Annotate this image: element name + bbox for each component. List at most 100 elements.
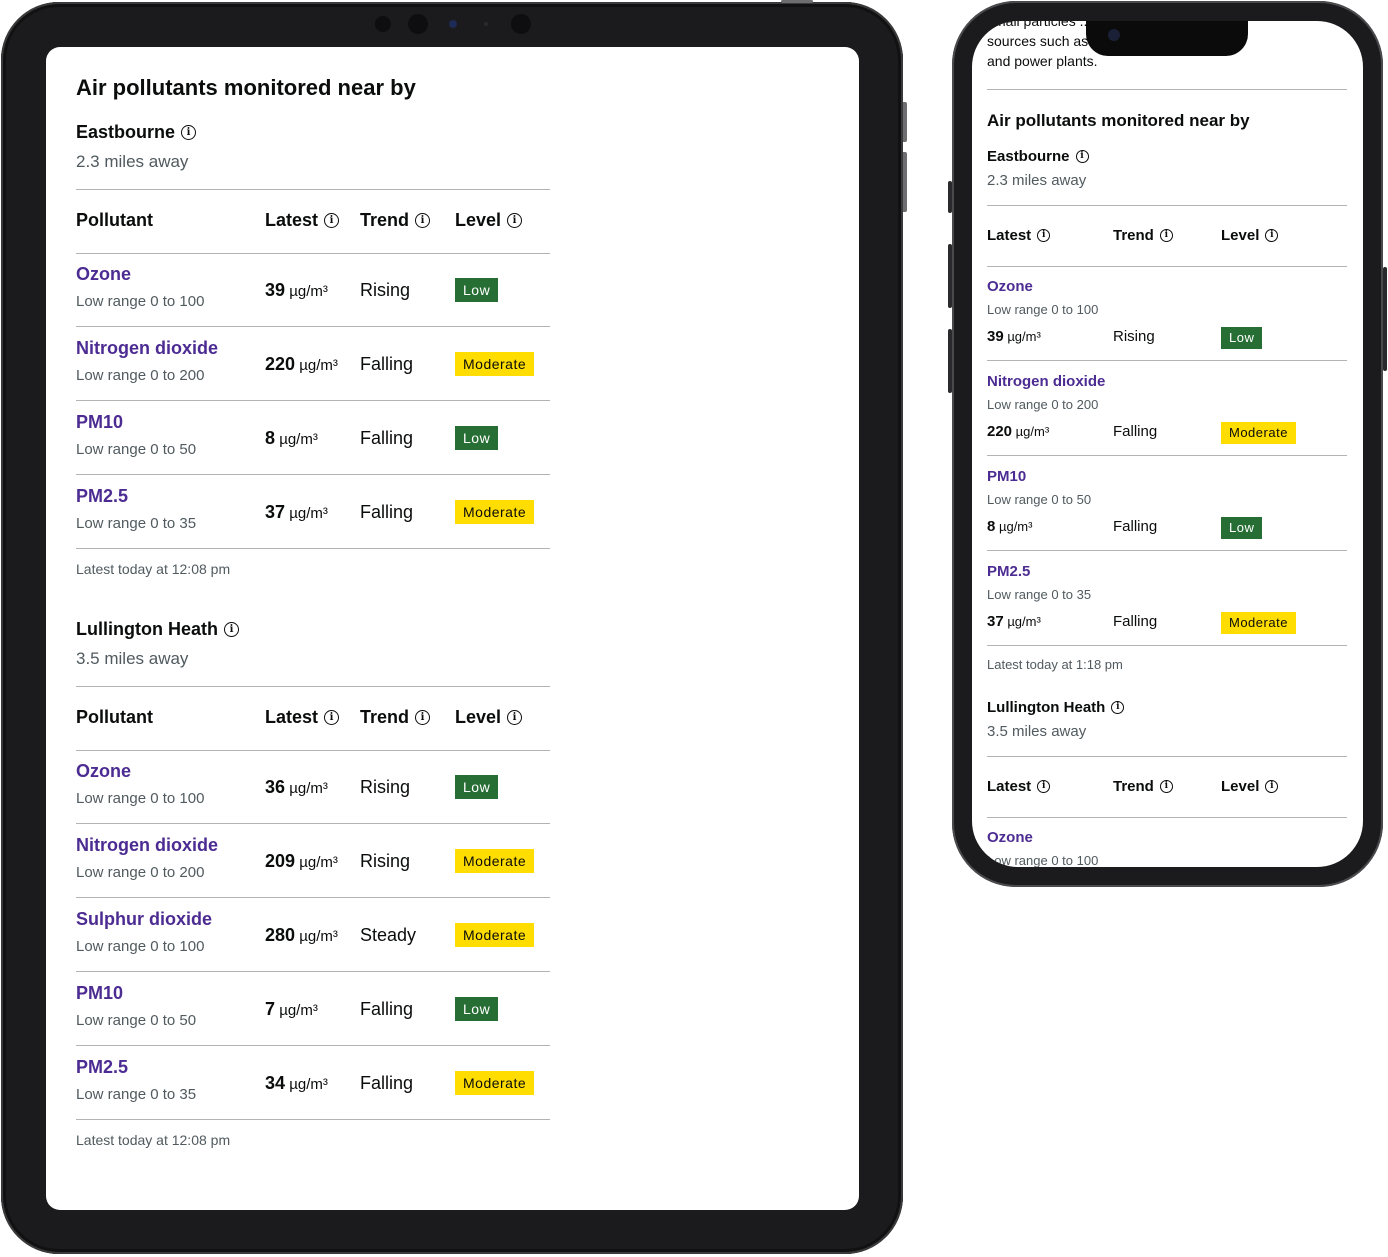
info-circle-icon[interactable]: i — [1111, 701, 1125, 714]
info-circle-icon[interactable]: i — [1265, 780, 1279, 793]
tablet-volume-button — [903, 102, 907, 142]
tablet-volume-button — [903, 152, 907, 212]
divider — [76, 971, 550, 972]
info-circle-icon[interactable]: i — [415, 213, 431, 228]
pollutant-link[interactable]: Nitrogen dioxide — [76, 338, 218, 359]
info-circle-icon[interactable]: i — [507, 213, 523, 228]
info-circle-icon[interactable]: i — [1037, 780, 1051, 793]
column-header-level: Level i — [1221, 227, 1279, 244]
pollutant-link[interactable]: PM10 — [987, 468, 1026, 485]
info-circle-icon[interactable]: i — [1265, 229, 1279, 242]
level-tag: Low — [455, 997, 499, 1021]
pollutant-link[interactable]: Ozone — [987, 829, 1033, 846]
column-header-label: Level — [455, 210, 502, 230]
column-header-label: Level — [455, 707, 502, 727]
divider — [76, 253, 550, 254]
pollutant-range: Low range 0 to 100 — [987, 302, 1099, 317]
site-distance: 3.5 miles away — [76, 649, 189, 668]
pollutant-range: Low range 0 to 35 — [76, 1086, 197, 1103]
camera-sensor — [375, 16, 391, 32]
pollutant-link[interactable]: Ozone — [76, 761, 131, 782]
pollutant-link[interactable]: Sulphur dioxide — [76, 909, 212, 930]
camera-sensor — [408, 14, 428, 34]
info-circle-icon[interactable]: i — [507, 710, 523, 725]
divider — [987, 817, 1347, 818]
reading-value: 220 — [987, 423, 1013, 440]
reading-value: 34 — [265, 1073, 286, 1093]
trend-value: Falling — [360, 502, 414, 522]
divider — [76, 750, 550, 751]
column-header-latest: Latest i — [987, 778, 1051, 795]
trend-value: Falling — [360, 428, 414, 448]
divider — [76, 686, 550, 687]
trend-value: Rising — [360, 777, 411, 797]
level-tag: Low — [455, 426, 499, 450]
pollutant-link[interactable]: Nitrogen dioxide — [987, 373, 1105, 390]
reading-value: 7 — [265, 999, 276, 1019]
reading-unit: µg/m³ — [289, 505, 328, 522]
level-tag: Low — [1221, 327, 1263, 349]
info-circle-icon[interactable]: i — [415, 710, 431, 725]
pollutant-link[interactable]: Nitrogen dioxide — [76, 835, 218, 856]
pollutant-link[interactable]: PM10 — [76, 983, 123, 1004]
pollutant-range: Low range 0 to 200 — [76, 367, 205, 384]
reading-value: 36 — [265, 777, 286, 797]
info-circle-icon[interactable]: i — [181, 125, 197, 140]
pollutant-range: Low range 0 to 35 — [76, 515, 197, 532]
pollutant-link[interactable]: PM10 — [76, 412, 123, 433]
divider — [76, 897, 550, 898]
last-updated: Latest today at 1:18 pm — [987, 657, 1123, 672]
pollutant-range: Low range 0 to 200 — [76, 864, 205, 881]
pollutant-link[interactable]: Ozone — [76, 264, 131, 285]
site-distance: 2.3 miles away — [76, 152, 189, 171]
phone-volume-down — [948, 329, 952, 393]
reading-value: 39 — [265, 280, 286, 300]
info-circle-icon[interactable]: i — [324, 710, 340, 725]
reading-unit: µg/m³ — [289, 283, 328, 300]
column-header-trend: Trend i — [360, 210, 431, 231]
info-circle-icon[interactable]: i — [1159, 780, 1173, 793]
column-header-label: Level — [1221, 778, 1260, 795]
tablet-frame: Air pollutants monitored near by Eastbou… — [1, 0, 907, 1254]
column-header-level: Level i — [455, 210, 523, 231]
latest-reading: 8 µg/m³ — [987, 518, 1032, 535]
reading-unit: µg/m³ — [289, 780, 328, 797]
info-circle-icon[interactable]: i — [324, 213, 340, 228]
pollutant-range: Low range 0 to 100 — [76, 938, 205, 955]
tablet-top-button — [781, 0, 813, 3]
info-circle-icon[interactable]: i — [1075, 150, 1089, 163]
info-circle-icon[interactable]: i — [223, 622, 239, 637]
trend-value: Falling — [360, 354, 414, 374]
column-header-level: Level i — [1221, 778, 1279, 795]
pollutant-link[interactable]: Ozone — [987, 278, 1033, 295]
pollutant-link[interactable]: PM2.5 — [76, 1057, 128, 1078]
level-tag: Moderate — [455, 849, 535, 873]
pollutant-link[interactable]: PM2.5 — [987, 563, 1030, 580]
tablet-screen: Air pollutants monitored near by Eastbou… — [46, 47, 859, 1210]
column-header-label: Level — [1221, 227, 1260, 244]
reading-unit: µg/m³ — [299, 928, 338, 945]
reading-unit: µg/m³ — [289, 1076, 328, 1093]
site-name-text: Eastbourne — [76, 122, 176, 142]
phone-silent-switch — [948, 181, 952, 213]
latest-reading: 220 µg/m³ — [265, 354, 338, 375]
latest-reading: 39 µg/m³ — [265, 280, 328, 301]
reading-value: 37 — [265, 502, 286, 522]
trend-value: Steady — [360, 925, 417, 945]
phone-power-button — [1383, 267, 1387, 371]
pollutant-link[interactable]: PM2.5 — [76, 486, 128, 507]
pollutant-range: Low range 0 to 100 — [76, 293, 205, 310]
level-tag: Low — [455, 775, 499, 799]
level-tag: Moderate — [1221, 422, 1296, 444]
info-circle-icon[interactable]: i — [1159, 229, 1173, 242]
front-camera — [1108, 29, 1120, 41]
column-header-latest: Latest i — [987, 227, 1051, 244]
trend-value: Falling — [360, 999, 414, 1019]
pollutant-range: Low range 0 to 100 — [987, 853, 1099, 867]
level-tag: Moderate — [455, 1071, 535, 1095]
phone-notch — [1086, 21, 1248, 56]
last-updated: Latest today at 12:08 pm — [76, 561, 231, 577]
column-header-label: Trend — [360, 707, 410, 727]
site-distance: 3.5 miles away — [987, 723, 1087, 740]
info-circle-icon[interactable]: i — [1037, 229, 1051, 242]
